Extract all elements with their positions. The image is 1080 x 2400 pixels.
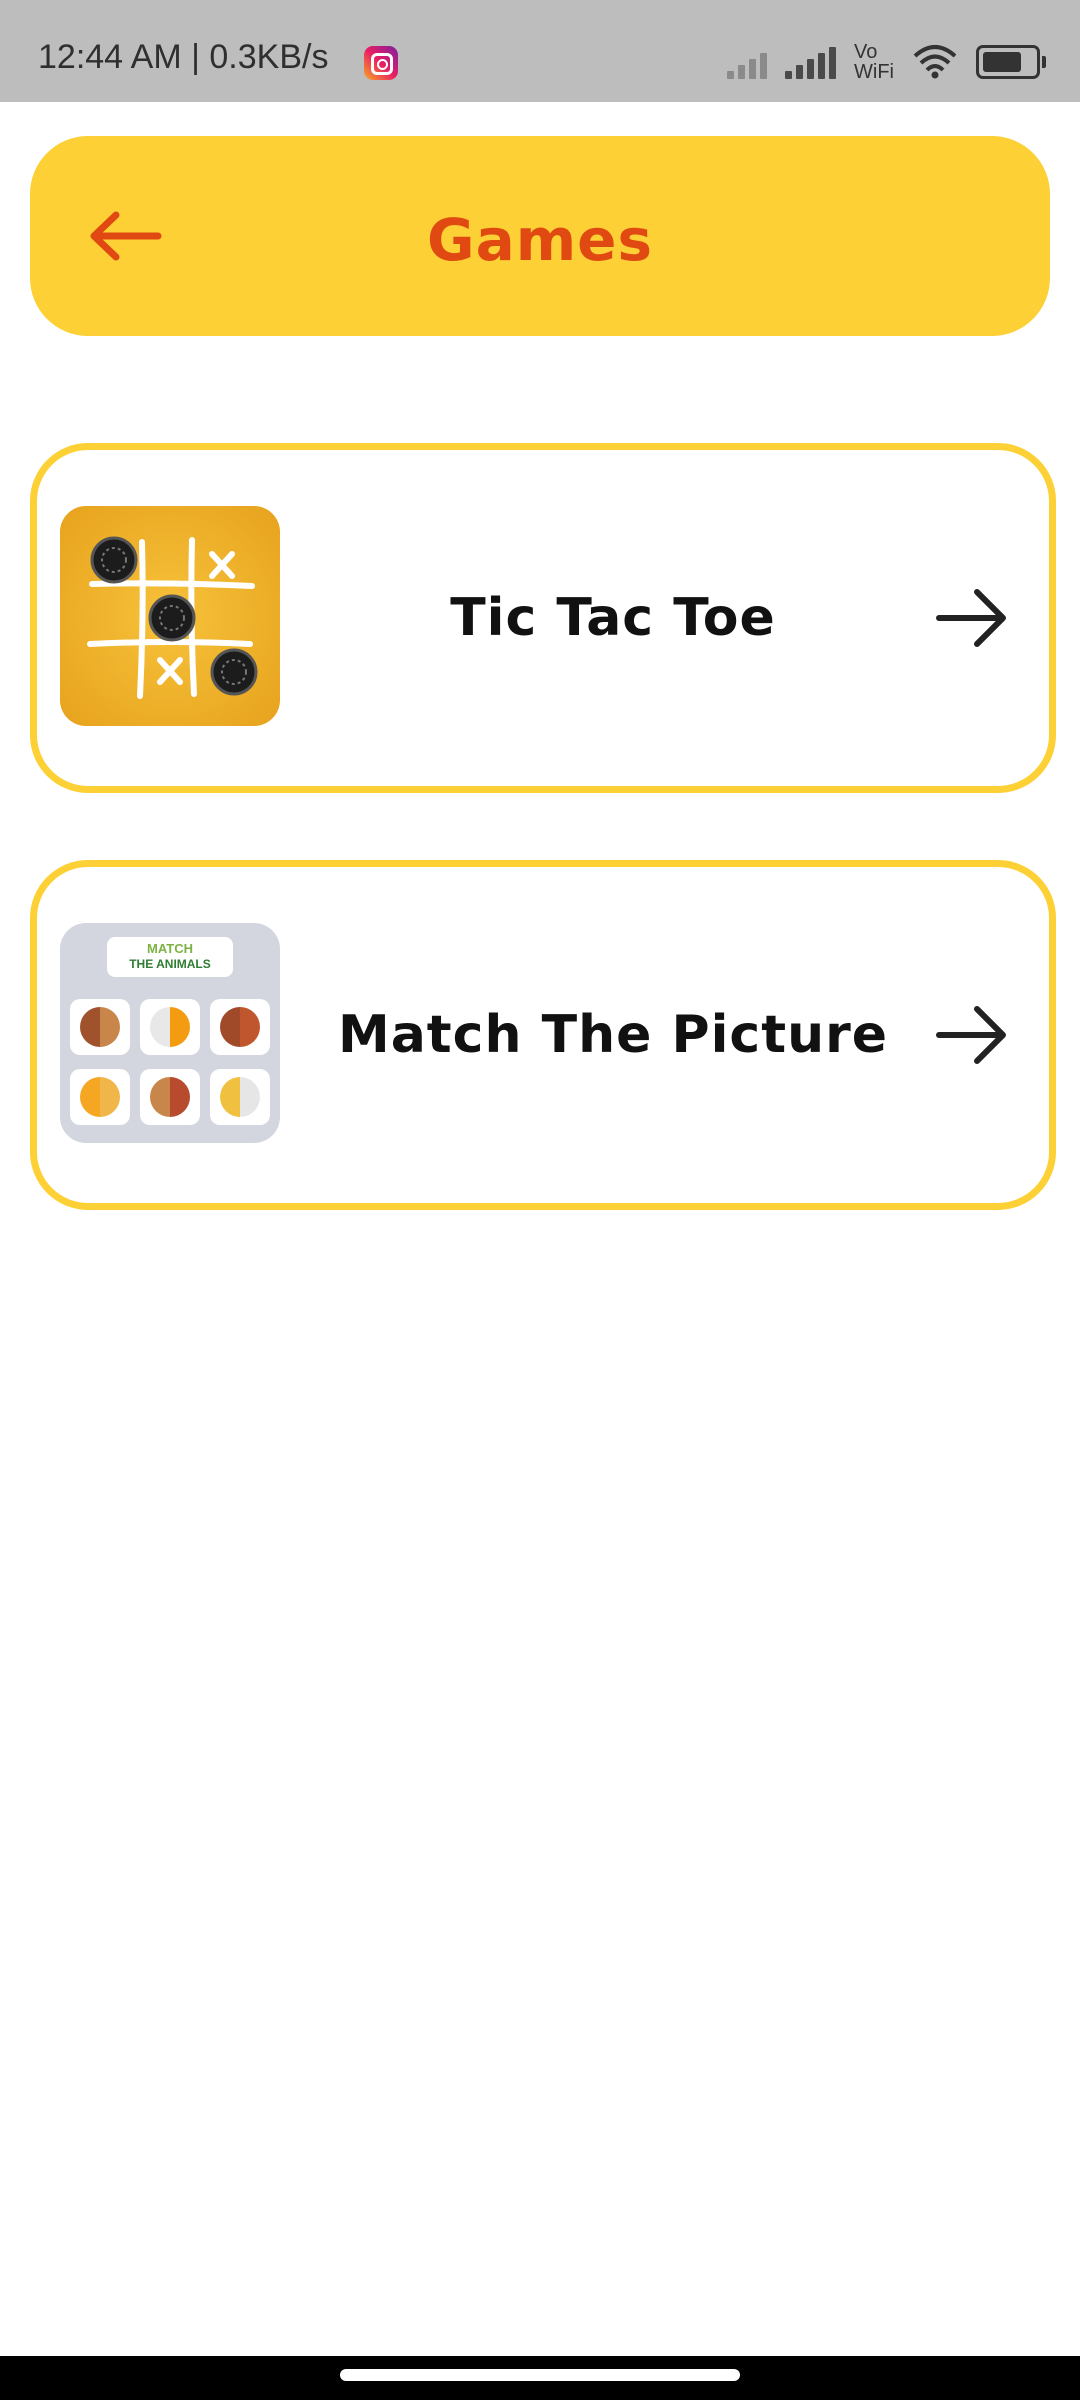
tic-tac-toe-image — [87, 536, 258, 699]
tic-tac-toe-thumbnail — [60, 506, 280, 726]
game-card-tic-tac-toe[interactable]: Tic Tac Toe — [30, 443, 1056, 793]
thumbnail-title: MATCH THE ANIMALS — [107, 937, 233, 977]
signal-icon — [785, 45, 837, 79]
navigation-bar — [0, 2356, 1080, 2400]
animal-tile — [140, 999, 200, 1055]
page-title: Games — [426, 206, 654, 274]
status-icons: Vo WiFi — [727, 40, 1046, 84]
game-card-match-the-picture[interactable]: MATCH THE ANIMALS Match The Picture — [30, 860, 1056, 1210]
animal-tile — [70, 999, 130, 1055]
battery-icon — [976, 45, 1046, 79]
game-title: Match The Picture — [337, 1005, 889, 1065]
vowifi-indicator: Vo WiFi — [854, 41, 894, 83]
wifi-icon — [913, 45, 957, 79]
status-time-speed: 12:44 AM | 0.3KB/s — [38, 38, 329, 76]
header-bar: Games — [30, 136, 1050, 336]
arrow-right-icon[interactable] — [931, 578, 1011, 658]
status-bar: 12:44 AM | 0.3KB/s Vo WiFi — [0, 0, 1080, 102]
animal-tile — [210, 1069, 270, 1125]
game-title: Tic Tac Toe — [450, 588, 776, 648]
animal-tile — [210, 999, 270, 1055]
signal-icon — [727, 45, 768, 79]
instagram-icon — [364, 46, 398, 80]
arrow-right-icon[interactable] — [931, 995, 1011, 1075]
animal-tile — [70, 1069, 130, 1125]
animal-tile — [140, 1069, 200, 1125]
match-the-animals-thumbnail: MATCH THE ANIMALS — [60, 923, 280, 1143]
home-indicator[interactable] — [340, 2369, 740, 2381]
